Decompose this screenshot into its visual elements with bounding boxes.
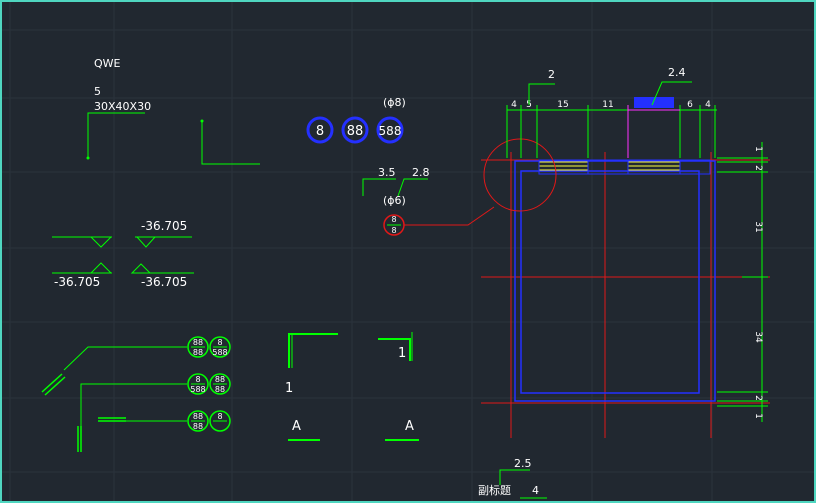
right-dim-5: 2	[753, 395, 763, 401]
leader-note-line	[87, 112, 145, 158]
split-bubble-3-left-bottom: 88	[193, 422, 203, 431]
split-bubble-3-left-top: 88	[193, 412, 203, 421]
plan-inner-wall	[520, 170, 700, 394]
section-corner-label: 1	[285, 381, 293, 396]
corner-leader-dot	[200, 119, 204, 123]
split-bubble-2-left-bottom: 588	[190, 385, 205, 394]
split-bubble-2-right-bottom: 88	[215, 385, 225, 394]
right-dim-6: 1	[753, 413, 763, 419]
split-bubble-3-right-top: 8	[217, 412, 222, 421]
circle-tags: (ϕ8) 8 88 588	[306, 96, 406, 144]
callout-right-value: 2.4	[668, 66, 686, 79]
elevation-bottom-right: -36.705	[141, 275, 187, 289]
elevation-triangle-1	[89, 236, 113, 248]
rebar-right-value: 2.8	[412, 166, 430, 179]
rebar-diameter: (ϕ6)	[383, 194, 406, 207]
leader-note: QWE 5 30X40X30	[86, 57, 260, 165]
top-dim-1: 4	[511, 100, 517, 110]
leader-note-number: 5	[94, 85, 101, 98]
leader-note-dot	[86, 156, 90, 160]
section-bracket-label: 1	[398, 346, 406, 361]
rebar-left-value: 3.5	[378, 166, 396, 179]
right-dim-3: 31	[753, 221, 763, 232]
elevation-top-left: -36.705	[141, 219, 187, 233]
circle-tag-2: 88	[347, 124, 364, 139]
cad-drawing-canvas[interactable]: QWE 5 30X40X30 (ϕ8) 8 88 588 3.5 2.8 (ϕ6…	[0, 0, 816, 503]
top-dim-highlight-box	[634, 97, 674, 108]
top-dim-3: 15	[557, 100, 568, 110]
section-letter-left: A	[292, 419, 301, 434]
circle-tag-diameter: (ϕ8)	[383, 96, 406, 109]
plan-view: 4 5 15 11 6 4 2 2.4 1 2 31 34 2 1	[481, 66, 770, 438]
right-dim-4: 34	[753, 331, 763, 343]
section-corner-mark	[288, 333, 338, 368]
top-dim-6: 4	[705, 100, 711, 110]
section-letter-right: A	[405, 419, 414, 434]
split-bubble-2-right-top: 88	[215, 375, 225, 384]
right-dim-2: 2	[753, 165, 763, 171]
subtitle-number: 4	[532, 484, 539, 497]
right-dimension-chain: 1 2 31 34 2 1	[717, 142, 768, 422]
detail-callout-circle	[483, 138, 557, 212]
split-bubble-row-2: 8 588 88 88	[187, 373, 231, 395]
circle-tag-3: 588	[379, 124, 402, 138]
split-bubble-row-3: 88 88 8	[187, 410, 231, 432]
callout-left-leader	[528, 83, 555, 105]
rebar-bubble-bottom: 8	[391, 226, 396, 235]
split-bubble-row-1: 88 88 8 588	[187, 336, 231, 358]
split-bubbles: 88 88 8 588 8 588 88 88 88 88 8	[187, 336, 231, 432]
split-bubble-1-right-bottom: 588	[212, 348, 227, 357]
top-dim-4: 11	[602, 100, 613, 110]
leader-note-size: 30X40X30	[94, 100, 151, 113]
circle-tag-1: 8	[316, 124, 324, 139]
rebar-label: 3.5 2.8 (ϕ6) 8 8	[362, 166, 495, 236]
split-bubble-leader-2	[80, 383, 187, 426]
drawing-layer: QWE 5 30X40X30 (ϕ8) 8 88 588 3.5 2.8 (ϕ6…	[2, 2, 814, 501]
elevation-bottom-left: -36.705	[54, 275, 100, 289]
elevation-triangle-4	[130, 263, 152, 274]
callout-left-value: 2	[548, 68, 555, 81]
split-bubble-2-left-top: 8	[195, 375, 200, 384]
detail-callout-leader	[404, 206, 495, 226]
subtitle-label: 副标题	[478, 483, 511, 497]
subtitle-block: 2.5 副标题 4	[478, 457, 547, 499]
split-bubble-1-left-bottom: 88	[193, 348, 203, 357]
split-bubble-1-left-top: 88	[193, 338, 203, 347]
split-bubble-1-right-top: 8	[217, 338, 222, 347]
elevation-triangle-3	[89, 262, 113, 274]
split-bubble-leader-1	[63, 346, 187, 371]
elevation-marks: -36.705 -36.705 -36.705	[52, 219, 194, 289]
right-dim-1: 1	[753, 146, 763, 152]
plan-outer-wall	[514, 160, 716, 402]
top-dim-5: 6	[687, 100, 693, 110]
elevation-triangle-2	[135, 236, 157, 248]
corner-leader-line	[201, 121, 260, 165]
rebar-bubble-top: 8	[391, 215, 396, 224]
leader-note-title: QWE	[94, 57, 121, 70]
subtitle-scale-value: 2.5	[514, 457, 532, 470]
